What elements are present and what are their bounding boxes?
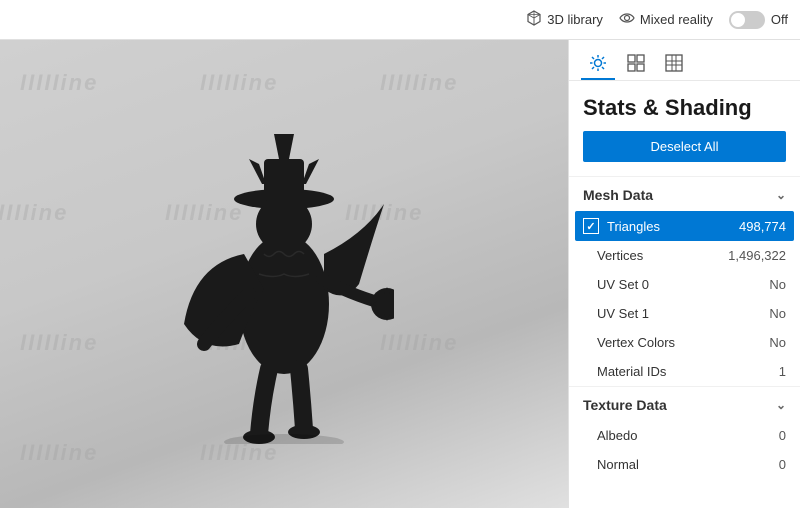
- mesh-data-label: Mesh Data: [583, 187, 653, 203]
- uv-set-0-value: No: [769, 277, 786, 292]
- material-ids-value: 1: [779, 364, 786, 379]
- uv-set-1-value: No: [769, 306, 786, 321]
- grid-icon: [627, 54, 645, 72]
- tab-grid[interactable]: [619, 48, 653, 80]
- normal-label: Normal: [597, 457, 779, 472]
- toggle-container: Off: [729, 11, 788, 29]
- watermark: IIIIIine: [0, 200, 68, 226]
- 3d-viewport[interactable]: IIIIIine IIIIIine IIIIIine IIIIIine IIII…: [0, 40, 568, 508]
- mesh-data-chevron: ⌄: [776, 188, 786, 202]
- toggle-off-label: Off: [771, 12, 788, 27]
- sun-icon: [589, 54, 607, 72]
- vertex-colors-label: Vertex Colors: [597, 335, 769, 350]
- albedo-value: 0: [779, 428, 786, 443]
- triangles-row[interactable]: Triangles 498,774: [575, 211, 794, 241]
- watermark: IIIIIine: [20, 330, 98, 356]
- triangles-value: 498,774: [739, 219, 786, 234]
- tab-grid2[interactable]: [657, 48, 691, 80]
- texture-data-label: Texture Data: [583, 397, 667, 413]
- albedo-label: Albedo: [597, 428, 779, 443]
- uv-set-1-row: UV Set 1 No: [569, 299, 800, 328]
- mixed-reality-button[interactable]: Mixed reality: [619, 10, 713, 30]
- mixed-reality-icon: [619, 10, 635, 30]
- uv-set-1-label: UV Set 1: [597, 306, 769, 321]
- watermark: IIIIIine: [20, 440, 98, 466]
- main-content: IIIIIine IIIIIine IIIIIine IIIIIine IIII…: [0, 40, 800, 508]
- 3d-figure: [174, 104, 394, 444]
- material-ids-label: Material IDs: [597, 364, 779, 379]
- 3d-library-button[interactable]: 3D library: [526, 10, 603, 30]
- normal-row: Normal 0: [569, 450, 800, 479]
- triangles-label: Triangles: [607, 219, 739, 234]
- uv-set-0-label: UV Set 0: [597, 277, 769, 292]
- grid2-icon: [665, 54, 683, 72]
- vertex-colors-row: Vertex Colors No: [569, 328, 800, 357]
- material-ids-row: Material IDs 1: [569, 357, 800, 386]
- vertices-label: Vertices: [597, 248, 728, 263]
- watermark: IIIIIine: [200, 70, 278, 96]
- vertices-value: 1,496,322: [728, 248, 786, 263]
- normal-value: 0: [779, 457, 786, 472]
- topbar: 3D library Mixed reality Off: [0, 0, 800, 40]
- panel-title: Stats & Shading: [569, 81, 800, 131]
- 3d-library-label: 3D library: [547, 12, 603, 27]
- watermark: IIIIIine: [20, 70, 98, 96]
- deselect-all-button[interactable]: Deselect All: [583, 131, 786, 162]
- vertices-row: Vertices 1,496,322: [569, 241, 800, 270]
- texture-data-header[interactable]: Texture Data ⌄: [569, 386, 800, 421]
- cube-icon: [526, 10, 542, 30]
- right-panel: Stats & Shading Deselect All Mesh Data ⌄…: [568, 40, 800, 508]
- texture-data-chevron: ⌄: [776, 398, 786, 412]
- uv-set-0-row: UV Set 0 No: [569, 270, 800, 299]
- mesh-data-header[interactable]: Mesh Data ⌄: [569, 176, 800, 211]
- albedo-row: Albedo 0: [569, 421, 800, 450]
- watermark: IIIIIine: [380, 70, 458, 96]
- mixed-reality-label: Mixed reality: [640, 12, 713, 27]
- vertex-colors-value: No: [769, 335, 786, 350]
- tab-sun[interactable]: [581, 48, 615, 80]
- mixed-reality-toggle[interactable]: [729, 11, 765, 29]
- panel-tabs: [569, 40, 800, 81]
- triangles-checkbox[interactable]: [583, 218, 599, 234]
